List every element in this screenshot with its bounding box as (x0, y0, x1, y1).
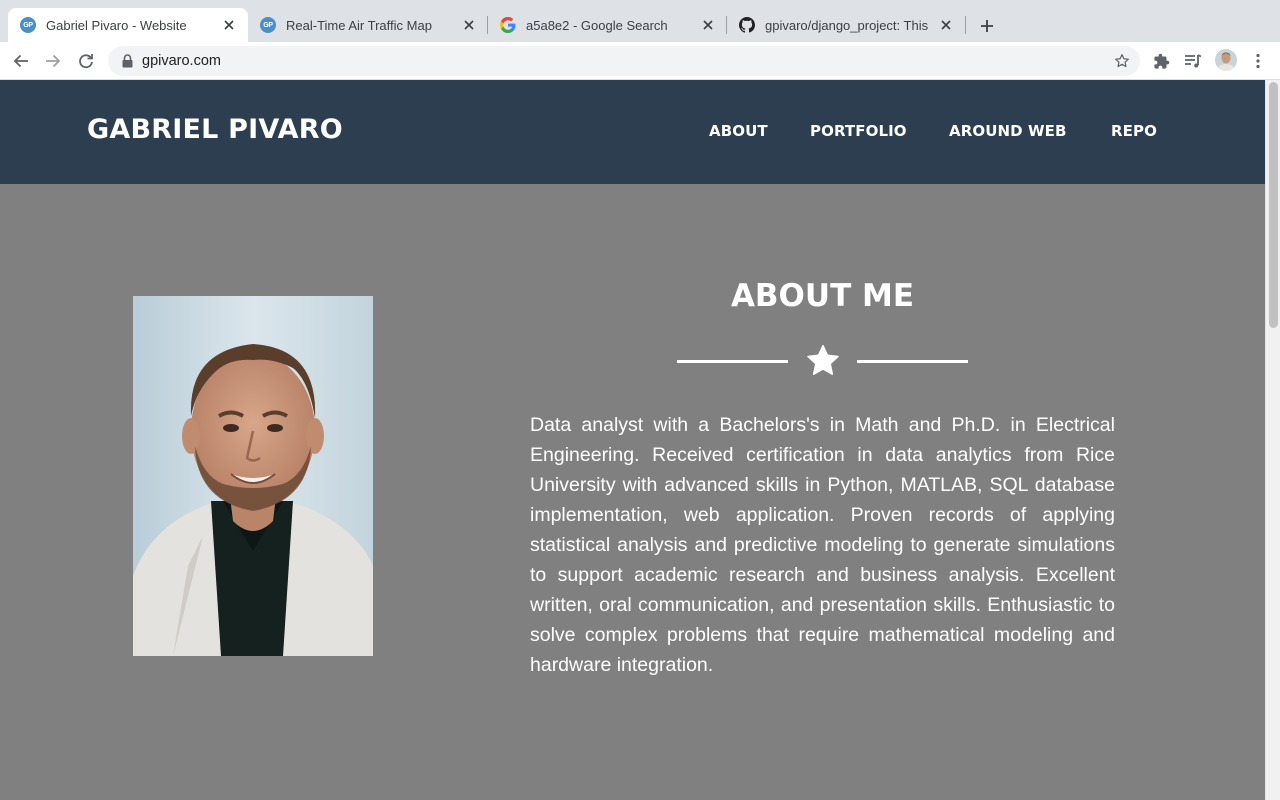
tab-title: a5a8e2 - Google Search (526, 17, 668, 33)
scrollbar-thumb[interactable] (1269, 82, 1278, 328)
tab-title: gpivaro/django_project: This re (765, 17, 931, 33)
page-viewport: GABRIEL PIVARO ABOUT PORTFOLIO AROUND WE… (0, 80, 1280, 800)
reload-button[interactable] (73, 48, 99, 74)
lock-icon (120, 53, 134, 69)
gp-logo-icon: GP (20, 17, 36, 33)
tab-title: Gabriel Pivaro - Website (46, 17, 187, 33)
tab-title: Real-Time Air Traffic Map (286, 17, 432, 33)
address-bar[interactable]: gpivaro.com (108, 46, 1140, 76)
profile-photo (133, 296, 373, 656)
back-button[interactable] (8, 48, 34, 74)
extensions-button[interactable] (1148, 48, 1174, 74)
about-title: ABOUT ME (730, 278, 915, 314)
github-icon (739, 17, 755, 33)
scrollbar[interactable] (1265, 80, 1280, 800)
tab-air-traffic-map[interactable]: GP Real-Time Air Traffic Map (248, 8, 488, 42)
media-controls-button[interactable] (1180, 48, 1206, 74)
forward-button[interactable] (40, 48, 66, 74)
nav-repo[interactable]: REPO (1111, 122, 1157, 140)
divider-line-left (677, 360, 788, 363)
close-tab-icon[interactable] (699, 16, 717, 34)
browser-toolbar: gpivaro.com (0, 42, 1280, 80)
plus-icon (981, 20, 993, 32)
site-brand[interactable]: GABRIEL PIVARO (87, 114, 343, 145)
site-navbar: GABRIEL PIVARO ABOUT PORTFOLIO AROUND WE… (0, 80, 1265, 184)
new-tab-button[interactable] (975, 14, 999, 38)
tab-separator (965, 16, 966, 34)
tab-gabriel-pivaro-website[interactable]: GP Gabriel Pivaro - Website (8, 8, 248, 42)
tab-strip: GP Gabriel Pivaro - Website GP Real-Time… (0, 0, 1280, 42)
playlist-music-icon (1185, 54, 1202, 68)
tab-github-django-project[interactable]: gpivaro/django_project: This re (727, 8, 965, 42)
gp-logo-icon: GP (260, 17, 276, 33)
star-icon (805, 343, 841, 379)
back-arrow-icon (13, 54, 28, 68)
close-tab-icon[interactable] (937, 16, 955, 34)
nav-about[interactable]: ABOUT (709, 122, 768, 140)
menu-button[interactable] (1245, 48, 1271, 74)
nav-around-web[interactable]: AROUND WEB (949, 122, 1067, 140)
about-description: Data analyst with a Bachelors's in Math … (530, 414, 1115, 676)
kebab-menu-icon (1256, 53, 1260, 69)
nav-portfolio[interactable]: PORTFOLIO (810, 122, 907, 140)
divider-line-right (857, 360, 968, 363)
puzzle-icon (1153, 53, 1169, 69)
close-tab-icon[interactable] (220, 16, 238, 34)
forward-arrow-icon (46, 54, 61, 68)
reload-icon (79, 54, 93, 69)
close-tab-icon[interactable] (460, 16, 478, 34)
profile-avatar[interactable] (1215, 49, 1237, 71)
url-text: gpivaro.com (142, 53, 221, 69)
google-icon (500, 17, 516, 33)
bookmark-star-icon[interactable] (1112, 51, 1132, 71)
tab-google-search[interactable]: a5a8e2 - Google Search (488, 8, 727, 42)
